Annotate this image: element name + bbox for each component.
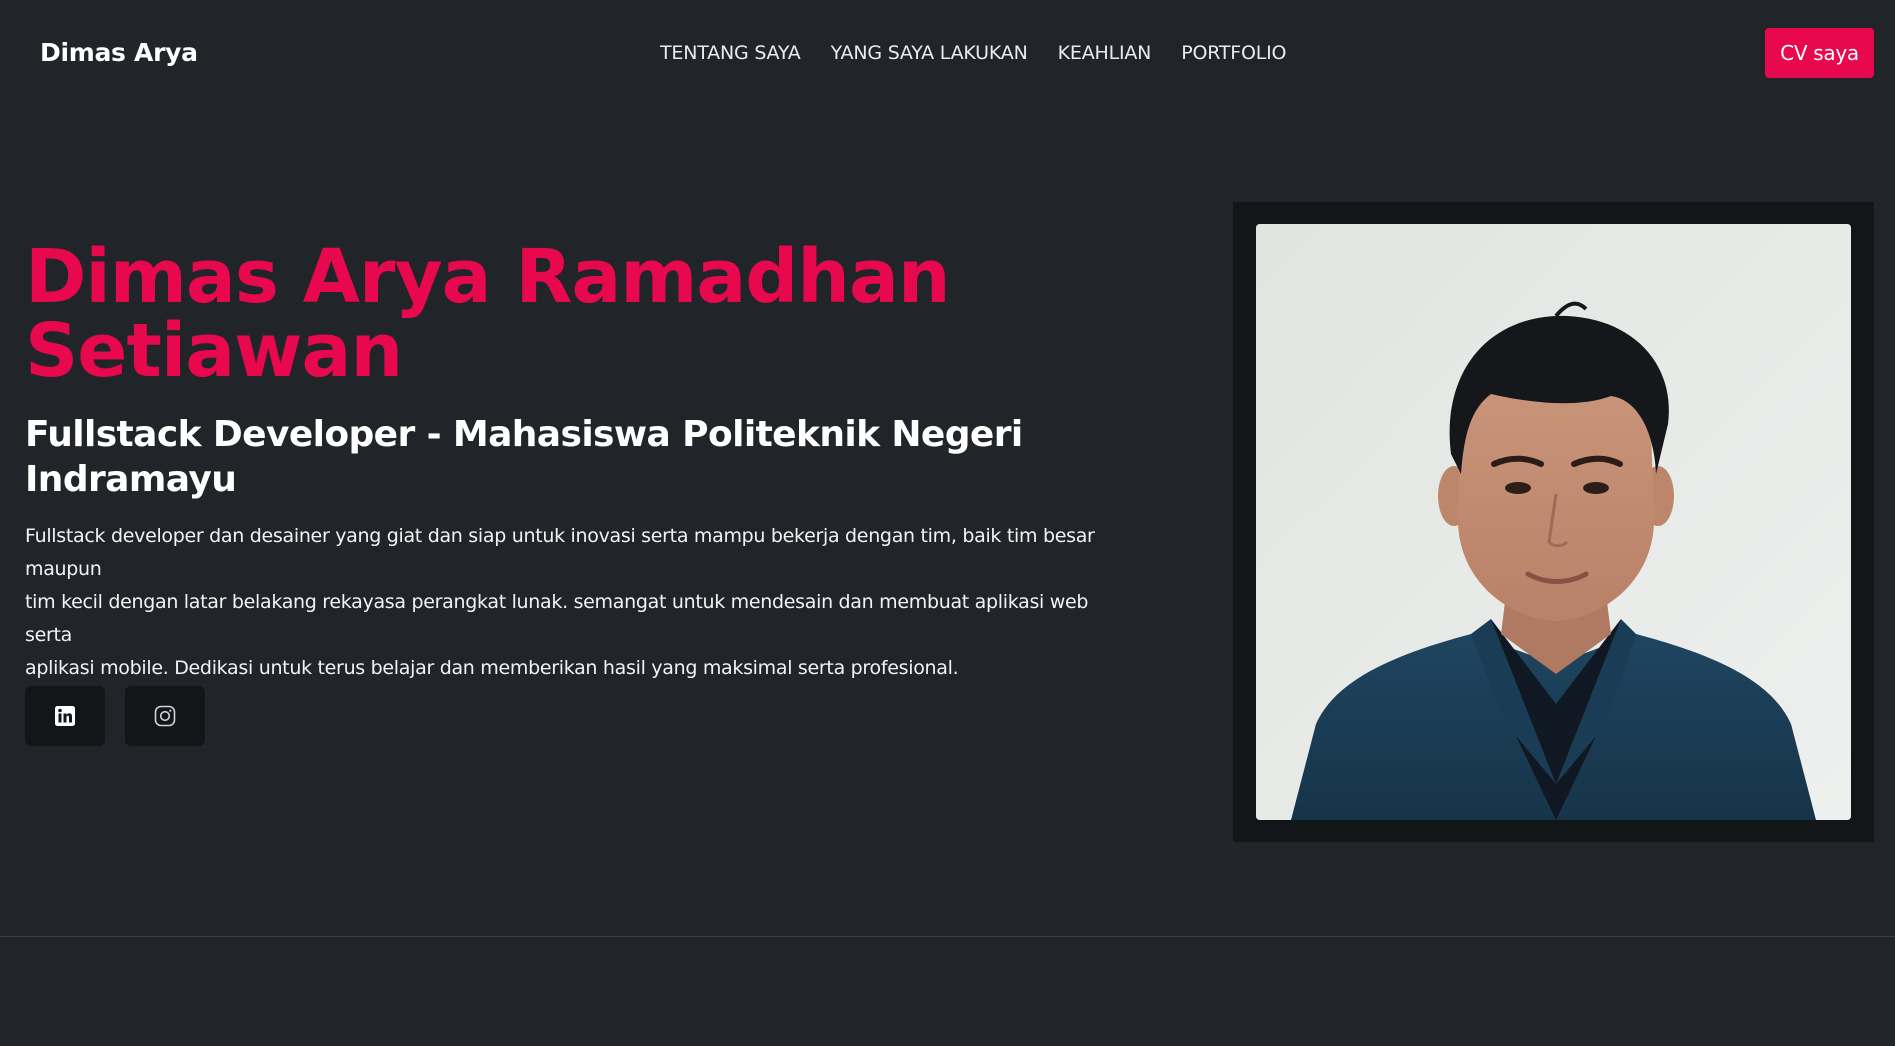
- nav-link-portfolio[interactable]: PORTFOLIO: [1181, 42, 1286, 64]
- hero-subtitle-line2: Indramayu: [25, 459, 237, 500]
- profile-photo-frame: [1233, 202, 1874, 842]
- linkedin-button[interactable]: [25, 686, 105, 746]
- nav-link-tentang-saya[interactable]: TENTANG SAYA: [660, 42, 801, 64]
- hero-name-line2: Setiawan: [25, 308, 403, 394]
- brand-logo[interactable]: Dimas Arya: [40, 38, 198, 67]
- profile-photo: [1256, 224, 1851, 820]
- nav-link-keahlian[interactable]: KEAHLIAN: [1058, 42, 1152, 64]
- navbar: Dimas Arya TENTANG SAYA YANG SAYA LAKUKA…: [0, 0, 1895, 108]
- linkedin-icon: [55, 706, 75, 726]
- hero-subtitle-line1: Fullstack Developer - Mahasiswa Politekn…: [25, 414, 1023, 455]
- hero-name: Dimas Arya Ramadhan Setiawan: [25, 240, 1025, 388]
- profile-photo-illustration: [1256, 224, 1851, 820]
- hero-description-line2: tim kecil dengan latar belakang rekayasa…: [25, 591, 1089, 646]
- instagram-icon: [154, 705, 176, 727]
- nav-links: TENTANG SAYA YANG SAYA LAKUKAN KEAHLIAN …: [660, 42, 1286, 64]
- hero-description: Fullstack developer dan desainer yang gi…: [25, 520, 1125, 685]
- next-section: [0, 937, 1895, 1046]
- nav-link-yang-saya-lakukan[interactable]: YANG SAYA LAKUKAN: [831, 42, 1028, 64]
- hero-subtitle: Fullstack Developer - Mahasiswa Politekn…: [25, 412, 1025, 502]
- hero-description-line3: aplikasi mobile. Dedikasi untuk terus be…: [25, 657, 959, 679]
- instagram-button[interactable]: [125, 686, 205, 746]
- hero-description-line1: Fullstack developer dan desainer yang gi…: [25, 525, 1095, 580]
- cv-button[interactable]: CV saya: [1765, 28, 1874, 78]
